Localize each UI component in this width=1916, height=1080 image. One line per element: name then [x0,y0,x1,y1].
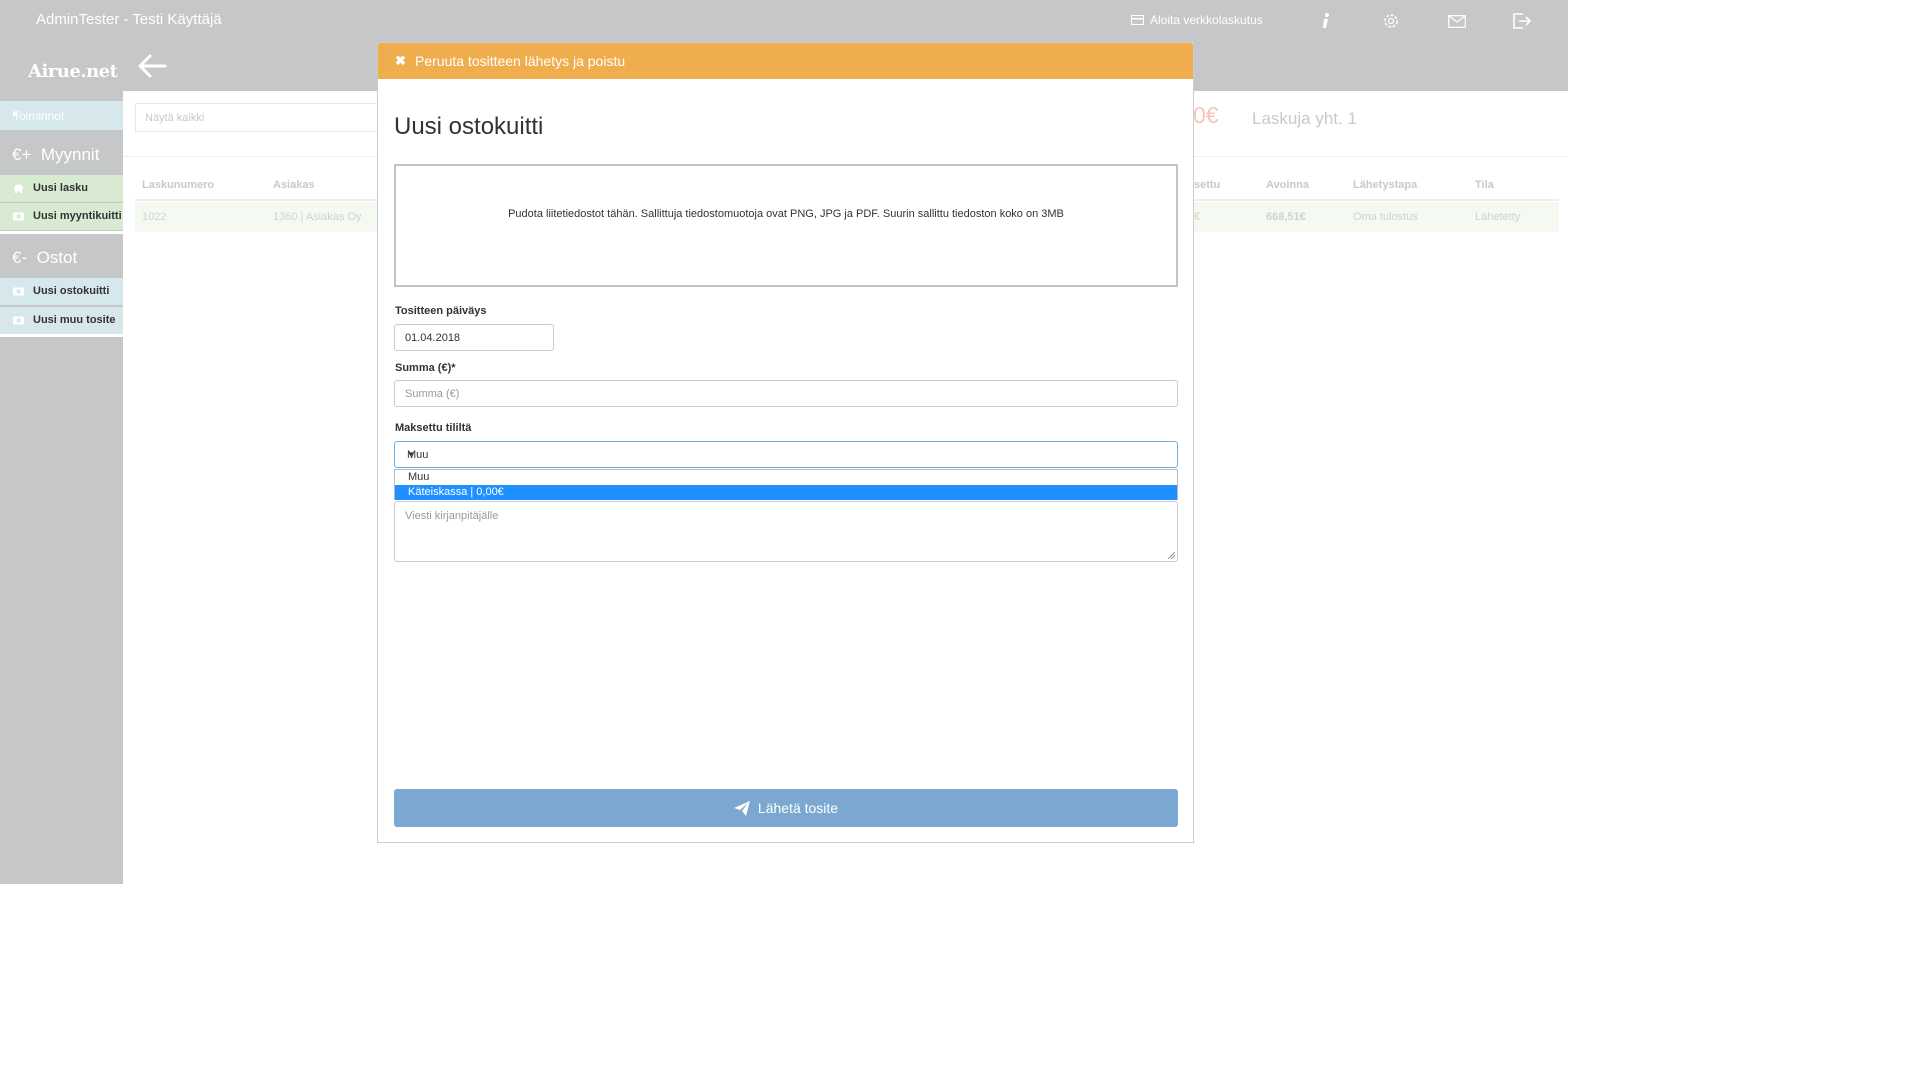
file-dropzone[interactable]: Pudota liitetiedostot tähän. Sallittuja … [394,164,1178,287]
sidebar-item-toiminnot[interactable]: Toiminnot ▸ [0,101,123,130]
account-label: Maksettu tililtä [395,422,472,434]
sidebar-divider [0,334,123,337]
start-einvoicing-link[interactable]: Aloita verkkolaskutus [1131,13,1263,27]
column-header-paid[interactable]: settu [1194,179,1220,191]
purchases-section-heading: €- Ostot [12,248,77,268]
date-label: Tositteen päiväys [395,305,487,317]
new-invoice-label: Uusi lasku [33,182,89,194]
sum-label: Summa (€)* [395,362,456,374]
logo: Airue.net [28,61,118,82]
cell-open: 668,51€ [1266,211,1306,223]
piggy-bank-icon [14,184,23,193]
euro-plus-icon: €+ [12,145,32,164]
chevron-right-icon: ▸ [13,109,19,120]
cell-customer: 1360 | Asiakas Oy [273,211,362,223]
column-header-open[interactable]: Avoinna [1266,179,1309,191]
cell-method: Oma tulostus [1353,211,1418,223]
column-header-method[interactable]: Lähetystapa [1353,179,1417,191]
info-icon[interactable] [1315,10,1337,32]
start-einvoicing-label: Aloita verkkolaskutus [1150,13,1263,27]
date-value: 01.04.2018 [405,332,461,344]
account-option-muu[interactable]: Muu [395,470,1177,485]
user-name: AdminTester - Testi Käyttäjä [36,11,222,28]
send-document-button[interactable]: Lähetä tosite [394,789,1178,827]
sidebar: Airue.net Toiminnot ▸ €+ Myynnit Uusi la… [0,41,123,884]
sales-section-heading: €+ Myynnit [12,145,99,165]
sidebar-item-new-other-document[interactable]: Uusi muu tosite [0,307,123,334]
cell-paid: € [1194,211,1201,223]
sidebar-divider [0,231,123,234]
send-document-label: Lähetä tosite [757,800,839,816]
sidebar-item-new-invoice[interactable]: Uusi lasku [0,175,123,202]
date-field[interactable]: 01.04.2018 [394,324,554,351]
sum-field[interactable]: Summa (€) [394,380,1178,407]
sidebar-item-new-purchase-receipt[interactable]: Uusi ostokuitti [0,278,123,305]
sum-placeholder: Summa (€) [405,388,460,400]
column-header-number[interactable]: Laskunumero [142,179,214,191]
message-placeholder: Viesti kirjanpitäjälle [405,510,499,522]
new-sales-receipt-label: Uusi myyntikuitti [33,210,122,222]
cancel-and-exit-label: Peruuta tositteen lähetys ja poistu [415,53,626,69]
resize-grip-icon[interactable] [1168,552,1175,559]
new-purchase-receipt-label: Uusi ostokuitti [33,285,110,297]
caret-down-icon: ▼ [407,450,415,459]
camera-icon [13,287,24,296]
account-select[interactable]: Muu ▼ [394,441,1178,468]
paper-plane-icon [733,800,750,816]
camera-icon [13,316,24,325]
cell-number: 1022 [142,211,167,223]
card-icon [1131,15,1144,25]
gear-icon[interactable] [1380,10,1402,32]
purchases-heading-label: Ostot [36,248,78,267]
option-label: Muu [408,471,430,483]
message-textarea[interactable]: Viesti kirjanpitäjälle [394,501,1178,562]
account-dropdown-list: Muu Käteiskassa | 0,00€ [394,469,1178,500]
column-header-status[interactable]: Tila [1475,179,1494,191]
cell-status: Lähetetty [1475,211,1521,223]
invoice-count: Laskuja yht. 1 [1252,109,1357,128]
account-option-cash[interactable]: Käteiskassa | 0,00€ [395,485,1177,500]
new-other-document-label: Uusi muu tosite [33,314,116,326]
euro-minus-icon: €- [12,248,28,267]
option-label: Käteiskassa | 0,00€ [408,486,504,498]
sales-heading-label: Myynnit [40,145,100,164]
close-icon: ✖ [395,53,406,68]
mail-icon[interactable] [1446,10,1468,32]
back-arrow-icon[interactable] [136,50,168,82]
camera-icon [13,212,24,221]
top-bar: AdminTester - Testi Käyttäjä Aloita verk… [0,0,1568,41]
new-purchase-receipt-modal: ✖ Peruuta tositteen lähetys ja poistu Uu… [377,42,1194,843]
total-amount: 0€ [1193,102,1219,128]
logout-icon[interactable] [1511,10,1533,32]
cancel-and-exit-button[interactable]: ✖ Peruuta tositteen lähetys ja poistu [378,43,1193,79]
column-header-customer[interactable]: Asiakas [273,179,315,191]
modal-title: Uusi ostokuitti [394,113,544,140]
filter-placeholder: Näytä kaikki [145,112,205,124]
sidebar-item-new-sales-receipt[interactable]: Uusi myyntikuitti [0,203,123,230]
dropzone-text: Pudota liitetiedostot tähän. Sallittuja … [508,208,1064,220]
filter-input[interactable]: Näytä kaikki [135,103,379,132]
